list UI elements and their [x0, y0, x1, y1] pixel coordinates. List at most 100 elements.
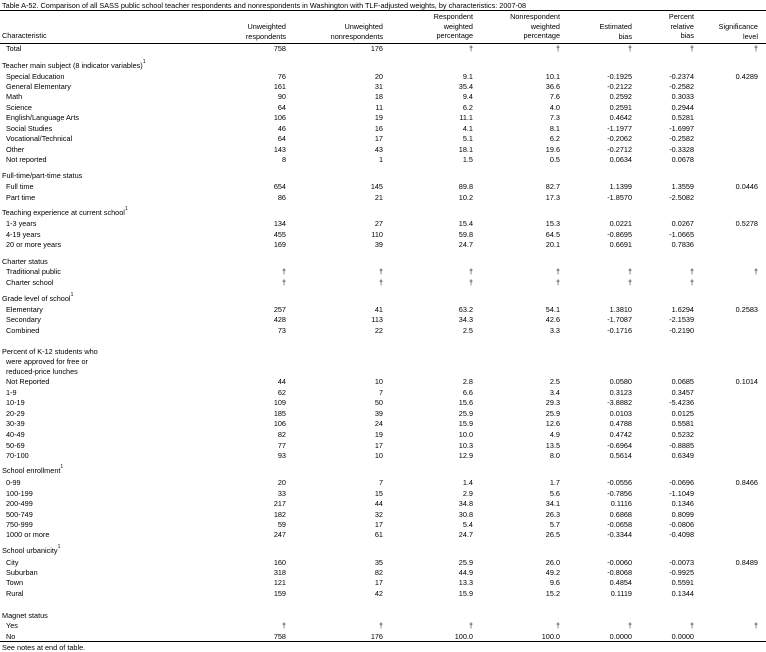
- row-label: Part time: [6, 193, 36, 202]
- table-cell: 50: [374, 398, 383, 407]
- table-cell: 121: [273, 578, 286, 587]
- row-label: Elementary: [6, 305, 43, 314]
- table-cell: 7.6: [549, 92, 560, 101]
- row-label: School enrollment1: [2, 464, 64, 475]
- table-row: Combined 73 22 2.5 3.3 -0.1716 -0.2190: [0, 326, 766, 336]
- table-cell: 0.4788: [609, 419, 632, 428]
- table-cell: 1.7: [549, 478, 560, 487]
- table-cell: †: [555, 267, 560, 276]
- table-cell: 17: [374, 441, 383, 450]
- row-label: Teaching experience at current school1: [2, 206, 128, 217]
- row-label: Full-time/part-time status: [2, 171, 83, 180]
- table-cell: 32: [374, 510, 383, 519]
- table-cell: 10.0: [458, 430, 473, 439]
- section-header-row: Teaching experience at current school1: [0, 206, 766, 218]
- table-cell: -0.0658: [607, 520, 632, 529]
- table-cell: -1.8570: [607, 193, 632, 202]
- table-cell: 34.1: [545, 499, 560, 508]
- table-cell: 0.8099: [671, 510, 694, 519]
- header-percent-relative-bias: Percent relative bias: [668, 12, 694, 40]
- table-cell: 4.9: [549, 430, 560, 439]
- row-label: 20-29: [6, 409, 25, 418]
- table-cell: †: [689, 621, 694, 630]
- table-cell: -0.3344: [607, 530, 632, 539]
- table-cell: 11: [375, 103, 383, 112]
- table-cell: 0.0125: [671, 409, 694, 418]
- table-cell: 0.4642: [609, 113, 632, 122]
- header-characteristic: Characteristic: [2, 31, 47, 40]
- table-cell: 1.5: [462, 155, 473, 164]
- table-cell: 15.4: [458, 219, 473, 228]
- table-cell: 0.8489: [735, 558, 758, 567]
- table-cell: †: [555, 44, 560, 53]
- table-cell: 109: [273, 398, 286, 407]
- table-row: 10-19 109 50 15.6 29.3 -3.8882 -5.4236: [0, 398, 766, 408]
- table-cell: -0.8885: [669, 441, 694, 450]
- table-cell: 3.4: [549, 388, 560, 397]
- table-cell: 654: [273, 182, 286, 191]
- table-cell: 758: [273, 44, 286, 53]
- table-cell: 0.6349: [671, 451, 694, 460]
- row-label: 10-19: [6, 398, 25, 407]
- table-cell: 106: [273, 419, 286, 428]
- row-label: Special Education: [6, 72, 65, 81]
- table-cell: †: [378, 278, 383, 287]
- table-cell: -0.8695: [607, 230, 632, 239]
- table-cell: -1.0665: [669, 230, 694, 239]
- table-row: Science 64 11 6.2 4.0 0.2591 0.2944: [0, 103, 766, 113]
- table-cell: 0.3457: [671, 388, 694, 397]
- table-cell: 1.3810: [609, 305, 632, 314]
- table-cell: 182: [273, 510, 286, 519]
- table-cell: †: [281, 267, 286, 276]
- table-cell: 176: [370, 632, 383, 641]
- table-cell: 15.9: [458, 419, 473, 428]
- table-cell: †: [468, 621, 473, 630]
- table-row: 40-49 82 19 10.0 4.9 0.4742 0.5232: [0, 430, 766, 440]
- table-cell: 89.8: [458, 182, 473, 191]
- row-label: General Elementary: [6, 82, 71, 91]
- row-label: Total: [6, 44, 22, 53]
- table-cell: †: [281, 621, 286, 630]
- table-cell: 1.4: [462, 478, 473, 487]
- table-cell: †: [689, 44, 694, 53]
- table-row: Social Studies 46 16 4.1 8.1 -1.1977 -1.6997: [0, 124, 766, 134]
- table-cell: -0.2712: [607, 145, 632, 154]
- table-cell: 3.3: [549, 326, 560, 335]
- row-label: 0-99: [6, 478, 21, 487]
- table-row: 500-749 182 32 30.8 26.3 0.6868 0.8099: [0, 510, 766, 520]
- table-cell: 185: [273, 409, 286, 418]
- row-label: 50-69: [6, 441, 25, 450]
- table-cell: 20: [374, 72, 383, 81]
- table-cell: 110: [371, 230, 383, 239]
- table-cell: †: [689, 267, 694, 276]
- table-cell: 0.2591: [609, 103, 632, 112]
- table-cell: †: [753, 267, 758, 276]
- table-cell: 15: [374, 489, 383, 498]
- table-cell: 24: [374, 419, 383, 428]
- row-label: 1000 or more: [6, 530, 50, 539]
- table-cell: 43: [374, 145, 383, 154]
- table-cell: 2.5: [462, 326, 473, 335]
- row-label: School urbanicity1: [2, 544, 61, 555]
- footnote-marker: 1: [142, 59, 146, 65]
- table-cell: 0.4742: [609, 430, 632, 439]
- table-cell: 0.5281: [671, 113, 694, 122]
- table-cell: 12.6: [545, 419, 560, 428]
- table-cell: 35: [374, 558, 383, 567]
- table-cell: 0.0103: [609, 409, 632, 418]
- row-label: 1-3 years: [6, 219, 37, 228]
- table-cell: 10.3: [458, 441, 473, 450]
- table-cell: 22: [374, 326, 383, 335]
- table-cell: 1.6294: [671, 305, 694, 314]
- section-header-row: Magnet status: [0, 611, 766, 621]
- footnote-marker: 1: [60, 464, 64, 470]
- table-cell: -0.2374: [669, 72, 694, 81]
- table-cell: 7: [378, 478, 383, 487]
- table-row: English/Language Arts 106 19 11.1 7.3 0.4642 0…: [0, 113, 766, 123]
- table-row: Other 143 43 18.1 19.6 -0.2712 -0.3328: [0, 145, 766, 155]
- table-cell: 36.6: [545, 82, 560, 91]
- table-cell: 0.5581: [671, 419, 694, 428]
- table-cell: 4.1: [462, 124, 473, 133]
- table-cell: 64.5: [545, 230, 560, 239]
- row-label: Combined: [6, 326, 40, 335]
